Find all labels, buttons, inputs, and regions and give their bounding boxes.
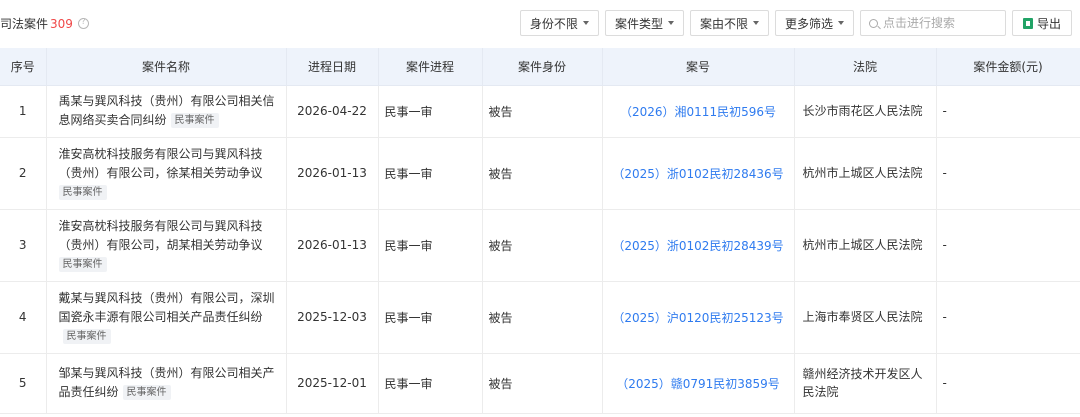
excel-icon	[1022, 17, 1033, 29]
export-label: 导出	[1036, 16, 1061, 31]
caret-down-icon	[752, 21, 759, 25]
row-index: 3	[0, 209, 47, 282]
case-number-link[interactable]: （2025）浙0102民初28439号	[612, 239, 783, 253]
section-title: 司法案件 309	[0, 15, 89, 32]
court-name: 杭州市上城区人民法院	[794, 209, 937, 282]
case-date: 2025-12-03	[286, 281, 379, 354]
table-header-row: 序号 案件名称 进程日期 案件进程 案件身份 案号 法院 案件金额(元)	[0, 48, 1080, 86]
row-index: 5	[0, 353, 47, 414]
case-number-link[interactable]: （2026）湘0111民初596号	[620, 105, 776, 119]
court-name: 赣州经济技术开发区人民法院	[794, 353, 937, 414]
case-stage: 民事一审	[378, 85, 483, 138]
case-number-cell: （2025）沪0120民初25123号	[602, 281, 795, 354]
case-role: 被告	[482, 85, 603, 138]
search-box	[859, 10, 1006, 36]
case-type-tag: 民事案件	[62, 328, 111, 344]
toolbar-area: 司法案件309 身份不限 案件类型 案由不限 更多筛选 导出	[0, 0, 1080, 48]
case-name-cell: 淮安高枕科技服务有限公司与巽风科技（贵州）有限公司，胡某相关劳动争议民事案件	[46, 209, 287, 282]
more-filters-label: 更多筛选	[784, 16, 833, 31]
search-input[interactable]	[882, 16, 993, 30]
case-stage: 民事一审	[378, 281, 483, 354]
case-name: 禹某与巽风科技（贵州）有限公司相关信息网络买卖合同纠纷	[58, 94, 275, 127]
table-row: 3 淮安高枕科技服务有限公司与巽风科技（贵州）有限公司，胡某相关劳动争议民事案件…	[0, 209, 1080, 282]
column-header: 案件金额(元)	[936, 48, 1080, 86]
case-type-tag: 民事案件	[122, 385, 171, 400]
filter-identity-dropdown[interactable]: 身份不限	[519, 10, 599, 36]
case-number-cell: （2025）浙0102民初28439号	[602, 209, 795, 282]
column-header: 案号	[602, 48, 795, 86]
column-header: 法院	[794, 48, 937, 86]
case-amount: -	[936, 353, 1080, 414]
case-role: 被告	[482, 137, 603, 210]
case-amount: -	[936, 209, 1080, 282]
row-index: 4	[0, 281, 47, 354]
case-amount: -	[936, 281, 1080, 354]
case-date: 2026-01-13	[286, 137, 379, 210]
case-date: 2026-04-22	[286, 85, 379, 138]
case-date: 2025-12-01	[286, 353, 379, 414]
case-name: 淮安高枕科技服务有限公司与巽风科技（贵州）有限公司，胡某相关劳动争议	[58, 218, 263, 252]
case-stage: 民事一审	[378, 353, 483, 414]
court-name: 杭州市上城区人民法院	[794, 137, 937, 210]
case-table: 序号 案件名称 进程日期 案件进程 案件身份 案号 法院 案件金额(元) 1 禹…	[0, 48, 1080, 414]
help-icon[interactable]	[77, 17, 89, 29]
case-date: 2026-01-13	[286, 209, 379, 282]
table-row: 4 戴某与巽风科技（贵州）有限公司，深圳国瓷永丰源有限公司相关产品责任纠纷民事案…	[0, 281, 1080, 354]
table-row: 5 邹某与巽风科技（贵州）有限公司相关产品责任纠纷 民事案件 2025-12-01…	[0, 353, 1080, 414]
case-name-cell: 禹某与巽风科技（贵州）有限公司相关信息网络买卖合同纠纷 民事案件	[46, 85, 287, 138]
case-number-link[interactable]: （2025）沪0120民初25123号	[612, 311, 783, 325]
filter-cause-label: 案由不限	[699, 16, 748, 31]
table-row: 2 淮安高枕科技服务有限公司与巽风科技（贵州）有限公司，徐某相关劳动争议民事案件…	[0, 137, 1080, 210]
case-name: 戴某与巽风科技（贵州）有限公司，深圳国瓷永丰源有限公司相关产品责任纠纷	[58, 290, 275, 324]
search-icon	[868, 18, 878, 28]
row-index: 2	[0, 137, 47, 210]
section-title-label: 司法案件	[0, 17, 49, 31]
case-type-tag: 民事案件	[58, 256, 107, 272]
case-role: 被告	[482, 281, 603, 354]
row-index: 1	[0, 85, 47, 138]
filter-toolbar: 身份不限 案件类型 案由不限 更多筛选 导出	[519, 10, 1072, 36]
more-filters-dropdown[interactable]: 更多筛选	[774, 10, 854, 36]
case-number-cell: （2025）浙0102民初28436号	[602, 137, 795, 210]
filter-identity-label: 身份不限	[529, 16, 578, 31]
court-name: 上海市奉贤区人民法院	[794, 281, 937, 354]
table-row: 1 禹某与巽风科技（贵州）有限公司相关信息网络买卖合同纠纷 民事案件 2026-0…	[0, 85, 1080, 138]
case-name-cell: 淮安高枕科技服务有限公司与巽风科技（贵州）有限公司，徐某相关劳动争议民事案件	[46, 137, 287, 210]
case-name: 淮安高枕科技服务有限公司与巽风科技（贵州）有限公司，徐某相关劳动争议	[58, 146, 263, 180]
case-stage: 民事一审	[378, 209, 483, 282]
case-amount: -	[936, 85, 1080, 138]
case-count: 309	[50, 16, 73, 31]
column-header: 案件身份	[482, 48, 603, 86]
caret-down-icon	[667, 21, 674, 25]
column-header: 进程日期	[286, 48, 379, 86]
case-role: 被告	[482, 353, 603, 414]
column-header: 案件名称	[46, 48, 287, 86]
filter-cause-dropdown[interactable]: 案由不限	[689, 10, 769, 36]
case-stage: 民事一审	[378, 137, 483, 210]
case-amount: -	[936, 137, 1080, 210]
column-header: 序号	[0, 48, 47, 86]
case-number-cell: （2025）赣0791民初3859号	[602, 353, 795, 414]
case-type-tag: 民事案件	[58, 184, 107, 200]
case-number-link[interactable]: （2025）浙0102民初28436号	[612, 167, 783, 181]
column-header: 案件进程	[378, 48, 483, 86]
case-type-tag: 民事案件	[170, 113, 219, 128]
case-name-cell: 邹某与巽风科技（贵州）有限公司相关产品责任纠纷 民事案件	[46, 353, 287, 414]
filter-case-type-dropdown[interactable]: 案件类型	[604, 10, 684, 36]
case-name-cell: 戴某与巽风科技（贵州）有限公司，深圳国瓷永丰源有限公司相关产品责任纠纷民事案件	[46, 281, 287, 354]
caret-down-icon	[837, 21, 844, 25]
export-button[interactable]: 导出	[1011, 10, 1072, 36]
case-number-cell: （2026）湘0111民初596号	[602, 85, 795, 138]
filter-case-type-label: 案件类型	[614, 16, 663, 31]
case-role: 被告	[482, 209, 603, 282]
court-name: 长沙市雨花区人民法院	[794, 85, 937, 138]
case-number-link[interactable]: （2025）赣0791民初3859号	[616, 377, 780, 391]
caret-down-icon	[582, 21, 589, 25]
